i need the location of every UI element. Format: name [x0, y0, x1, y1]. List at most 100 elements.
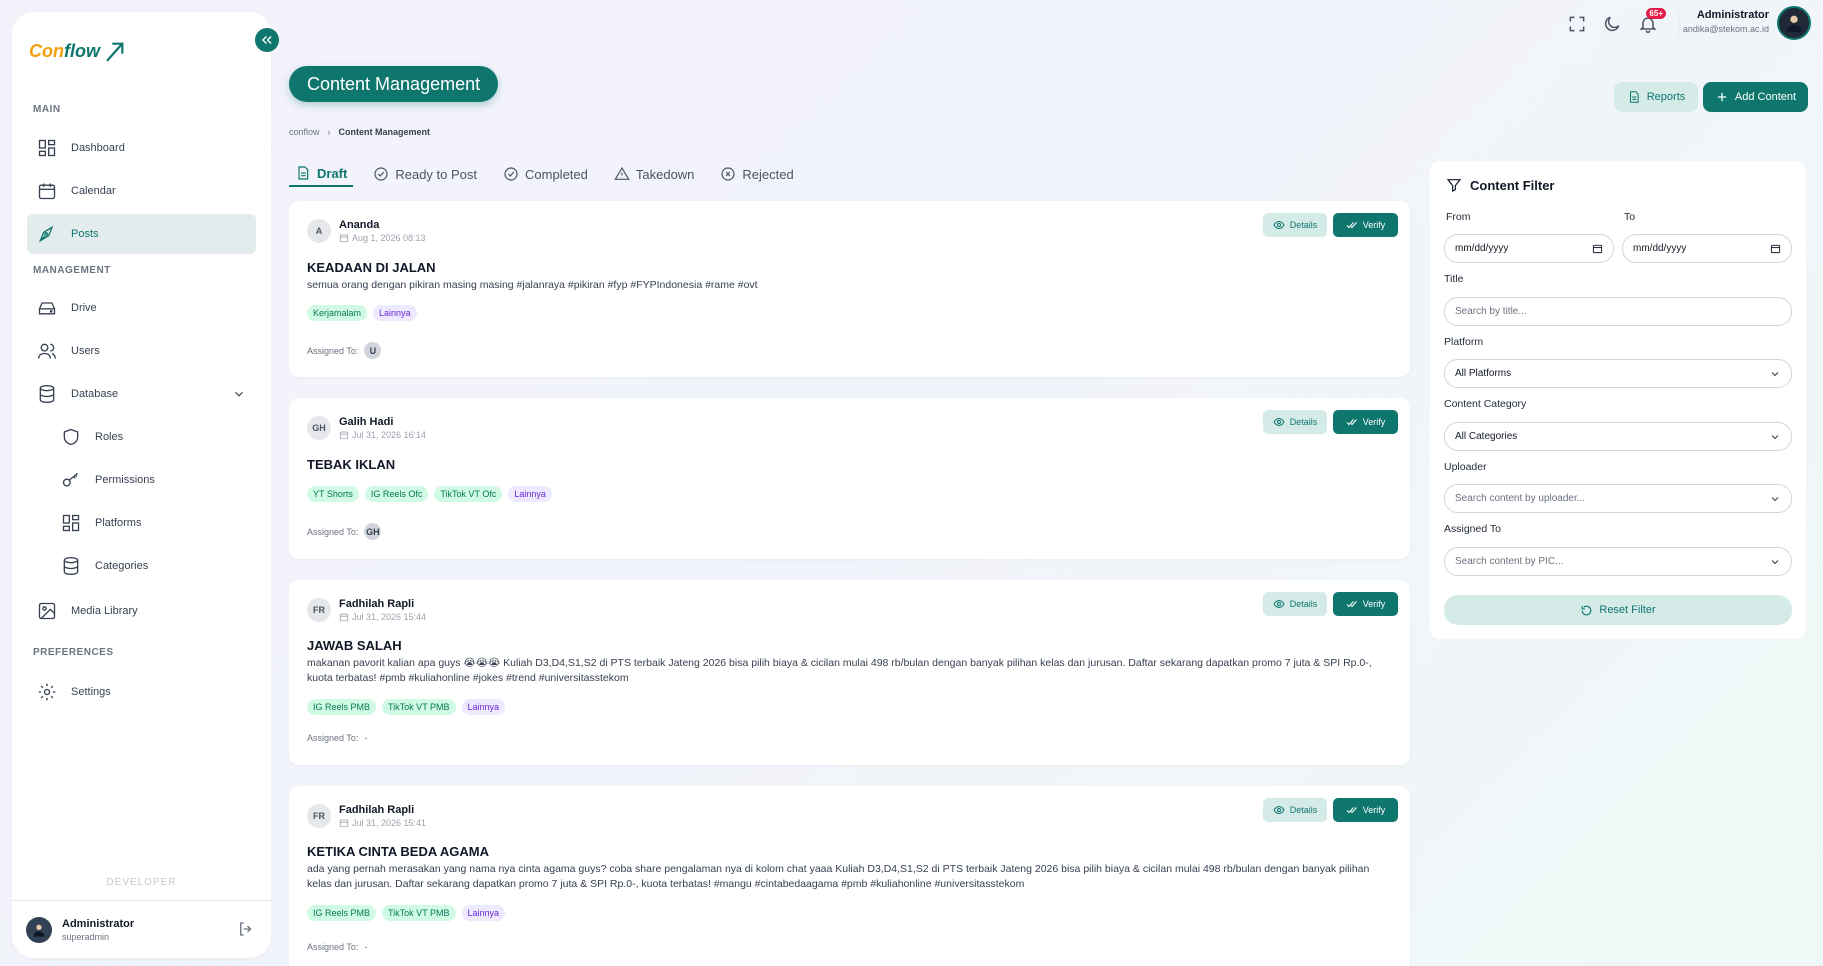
tab-completed[interactable]: Completed	[497, 161, 594, 187]
category-label: Content Category	[1444, 398, 1527, 410]
content-card[interactable]: FR Fadhilah Rapli Jul 31, 2026 15:41 Det…	[289, 786, 1410, 966]
sidebar-collapse-button[interactable]	[255, 28, 279, 52]
avatar[interactable]	[26, 916, 52, 943]
tab-ready-to-post[interactable]: Ready to Post	[367, 161, 483, 187]
assigned-to-select[interactable]: Search content by PIC...	[1444, 547, 1792, 576]
fullscreen-button[interactable]	[1565, 12, 1589, 36]
verify-button[interactable]: Verify	[1333, 410, 1398, 434]
sidebar-item-label: Settings	[71, 686, 111, 698]
calendar-icon	[38, 183, 56, 200]
assigned-to-placeholder: Search content by PIC...	[1455, 556, 1564, 567]
verify-button[interactable]: Verify	[1333, 798, 1398, 822]
details-button[interactable]: Details	[1263, 213, 1327, 237]
sidebar-item-users[interactable]: Users	[27, 331, 256, 371]
verify-button[interactable]: Verify	[1333, 592, 1398, 616]
filter-header: Content Filter	[1446, 177, 1555, 193]
details-button[interactable]: Details	[1263, 798, 1327, 822]
notification-badge: 65+	[1646, 8, 1666, 19]
reports-button[interactable]: Reports	[1614, 82, 1698, 112]
avatar: FR	[307, 804, 331, 828]
assigned-label: Assigned To:	[307, 345, 359, 356]
sidebar-item-dashboard[interactable]: Dashboard	[27, 128, 256, 168]
sidebar-item-drive[interactable]: Drive	[27, 288, 256, 328]
logout-icon[interactable]	[237, 920, 255, 938]
verify-button[interactable]: Verify	[1333, 213, 1398, 237]
plus-icon	[1717, 92, 1727, 102]
eye-icon	[1273, 805, 1285, 815]
sidebar-item-roles[interactable]: Roles	[27, 417, 256, 457]
developer-label[interactable]: DEVELOPER	[12, 877, 271, 888]
from-date-input[interactable]: mm/dd/yyyy	[1444, 234, 1614, 263]
assigned-label: Assigned To:	[307, 733, 359, 743]
avatar[interactable]	[1777, 6, 1811, 40]
tab-rejected[interactable]: Rejected	[714, 161, 799, 187]
chevron-down-icon[interactable]	[232, 387, 246, 401]
category-select[interactable]: All Categories	[1444, 422, 1792, 451]
to-date-input[interactable]: mm/dd/yyyy	[1622, 234, 1792, 263]
platform-select[interactable]: All Platforms	[1444, 359, 1792, 388]
from-label: From	[1446, 211, 1471, 223]
card-title: JAWAB SALAH	[307, 638, 402, 653]
dark-mode-toggle[interactable]	[1600, 12, 1624, 36]
double-check-icon	[1346, 222, 1357, 229]
verify-label: Verify	[1362, 805, 1386, 815]
card-tags: IG Reels PMB TikTok VT PMB Lainnya	[307, 699, 506, 715]
sidebar-item-categories[interactable]: Categories	[27, 546, 256, 586]
users-icon	[38, 343, 56, 359]
database-icon	[39, 385, 55, 404]
platform-select-value: All Platforms	[1455, 368, 1512, 379]
reset-filter-label: Reset Filter	[1599, 604, 1656, 616]
eye-icon	[1273, 417, 1285, 427]
tab-takedown[interactable]: Takedown	[608, 161, 701, 187]
sidebar-item-settings[interactable]: Settings	[27, 672, 256, 712]
breadcrumb-home[interactable]: conflow	[289, 127, 320, 137]
double-check-icon	[1346, 807, 1357, 814]
sidebar: Conflow MAIN Dashboard Calendar Posts MA…	[12, 12, 271, 958]
tab-label: Draft	[317, 165, 348, 181]
card-tags: YT Shorts IG Reels Ofc TikTok VT Ofc Lai…	[307, 486, 552, 502]
category-tag: TikTok VT Ofc	[434, 486, 503, 502]
title-search-input[interactable]: Search by title...	[1444, 297, 1792, 326]
card-description: makanan pavorit kalian apa guys 😭😭😭 Kuli…	[307, 657, 1372, 684]
post-date-text: Jul 31, 2026 15:44	[352, 612, 427, 622]
sidebar-item-label: Database	[71, 388, 119, 400]
to-date-value: mm/dd/yyyy	[1633, 243, 1687, 254]
sidebar-item-label: Categories	[95, 560, 149, 572]
reset-filter-button[interactable]: Reset Filter	[1444, 595, 1792, 625]
content-card[interactable]: GH Galih Hadi Jul 31, 2026 16:14 Details…	[289, 398, 1410, 559]
drive-icon	[38, 302, 56, 315]
x-circle-icon	[721, 167, 736, 181]
app-logo[interactable]: Conflow	[29, 40, 126, 62]
chevron-down-icon	[1771, 496, 1779, 501]
section-management: MANAGEMENT	[33, 265, 111, 276]
grid-layout-icon	[62, 514, 80, 532]
to-label: To	[1624, 211, 1636, 223]
sidebar-item-database[interactable]: Database	[27, 374, 256, 414]
page-title: Content Management	[289, 66, 499, 102]
content-card[interactable]: FR Fadhilah Rapli Jul 31, 2026 15:44 Det…	[289, 580, 1410, 765]
uploader-select[interactable]: Search content by uploader...	[1444, 484, 1792, 513]
sidebar-item-posts[interactable]: Posts	[27, 214, 256, 254]
add-content-button[interactable]: Add Content	[1703, 82, 1808, 112]
category-tag: Lainnya	[373, 305, 417, 321]
post-date-text: Jul 31, 2026 16:14	[352, 430, 427, 440]
sidebar-item-platforms[interactable]: Platforms	[27, 503, 256, 543]
sidebar-user-name: Administrator	[62, 917, 135, 930]
tab-draft[interactable]: Draft	[289, 161, 354, 187]
sidebar-item-permissions[interactable]: Permissions	[27, 460, 256, 500]
verify-label: Verify	[1362, 599, 1386, 609]
sidebar-item-calendar[interactable]: Calendar	[27, 171, 256, 211]
sidebar-item-label: Users	[71, 345, 100, 357]
key-icon	[62, 472, 79, 487]
notifications-button[interactable]: 65+	[1636, 8, 1666, 36]
tab-label: Takedown	[635, 166, 695, 182]
avatar: FR	[307, 598, 331, 622]
title-label: Title	[1444, 273, 1464, 285]
content-card[interactable]: A Ananda Aug 1, 2026 08:13 Details Verif…	[289, 201, 1410, 377]
reports-label: Reports	[1646, 91, 1686, 103]
details-button[interactable]: Details	[1263, 592, 1327, 616]
topbar-user[interactable]: Administrator andika@stekom.ac.id	[1683, 9, 1769, 34]
details-button[interactable]: Details	[1263, 410, 1327, 434]
sidebar-item-media-library[interactable]: Media Library	[27, 591, 256, 631]
sidebar-item-label: Dashboard	[71, 142, 125, 154]
